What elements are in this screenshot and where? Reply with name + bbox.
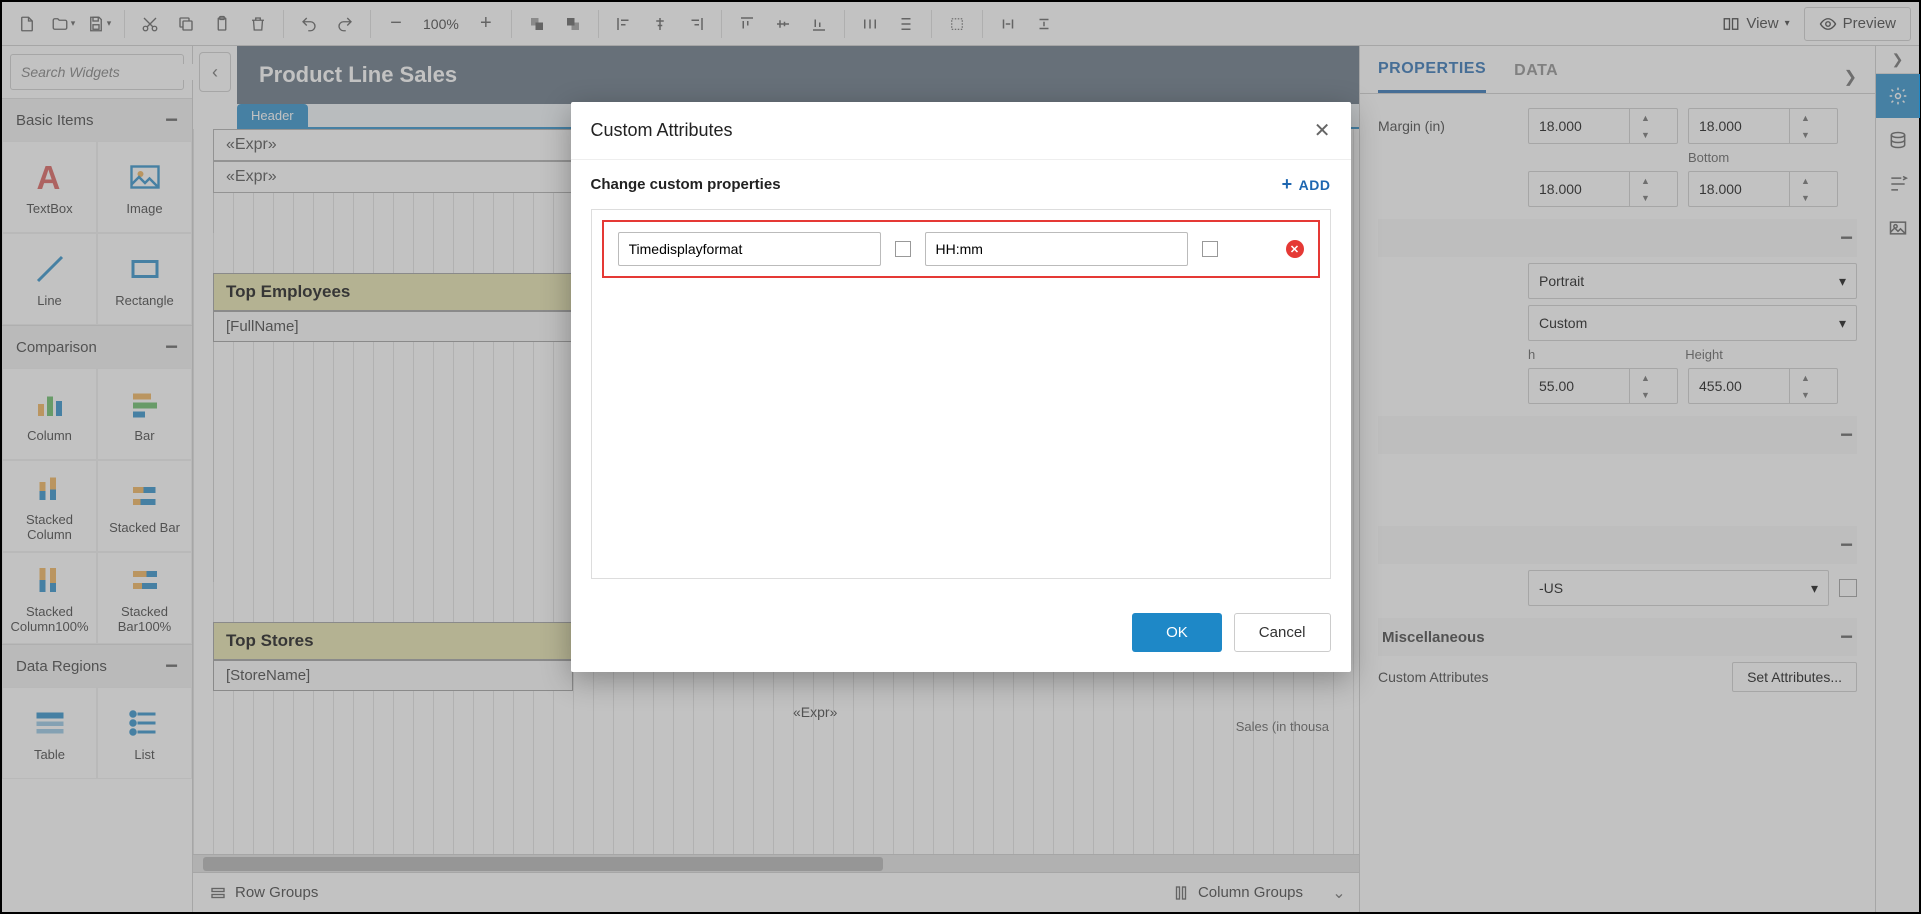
cancel-button[interactable]: Cancel [1234, 613, 1331, 652]
attribute-value-input[interactable] [925, 232, 1188, 266]
attribute-checkbox-1[interactable] [895, 241, 911, 257]
delete-attribute-button[interactable]: ✕ [1286, 240, 1304, 258]
attributes-list: ✕ [591, 209, 1331, 579]
attribute-name-input[interactable] [618, 232, 881, 266]
add-attribute-button[interactable]: + ADD [1282, 174, 1331, 195]
attribute-row: ✕ [602, 220, 1320, 278]
dialog-title: Custom Attributes [591, 120, 733, 141]
custom-attributes-dialog: Custom Attributes ✕ Change custom proper… [571, 102, 1351, 672]
attribute-checkbox-2[interactable] [1202, 241, 1218, 257]
ok-button[interactable]: OK [1132, 613, 1222, 652]
dialog-close-button[interactable]: ✕ [1314, 118, 1331, 143]
dialog-subtitle: Change custom properties [591, 176, 781, 193]
modal-overlay: Custom Attributes ✕ Change custom proper… [2, 2, 1919, 912]
